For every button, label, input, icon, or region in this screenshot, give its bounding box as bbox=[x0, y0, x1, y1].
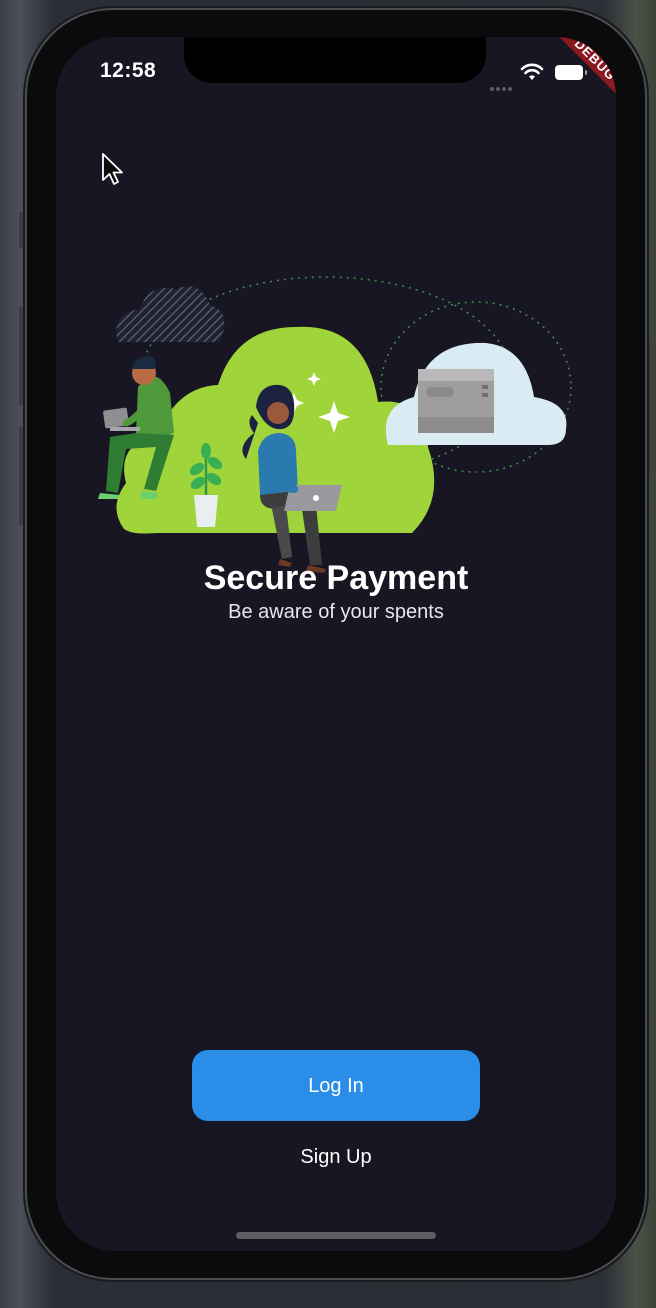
volume-down-button bbox=[19, 427, 25, 525]
cloud-workers-illustration bbox=[98, 276, 572, 573]
volume-up-button bbox=[19, 307, 25, 405]
mouse-cursor-icon bbox=[102, 153, 123, 185]
login-button[interactable]: Log In bbox=[192, 1050, 480, 1121]
notch bbox=[184, 37, 486, 83]
status-time: 12:58 bbox=[100, 59, 157, 82]
battery-icon bbox=[555, 65, 587, 80]
mute-switch bbox=[19, 212, 25, 248]
wifi-icon bbox=[520, 63, 544, 80]
home-indicator[interactable] bbox=[236, 1232, 436, 1239]
app-screen: 12:58 DEBUG Secure Payment Be aware of y… bbox=[56, 37, 616, 1251]
signup-button[interactable]: Sign Up bbox=[56, 1146, 616, 1169]
power-button bbox=[645, 338, 651, 478]
onboarding-title: Secure Payment bbox=[203, 559, 469, 597]
onboarding-subtitle: Be aware of your spents bbox=[228, 601, 444, 623]
cellular-signal-icon bbox=[490, 78, 514, 96]
